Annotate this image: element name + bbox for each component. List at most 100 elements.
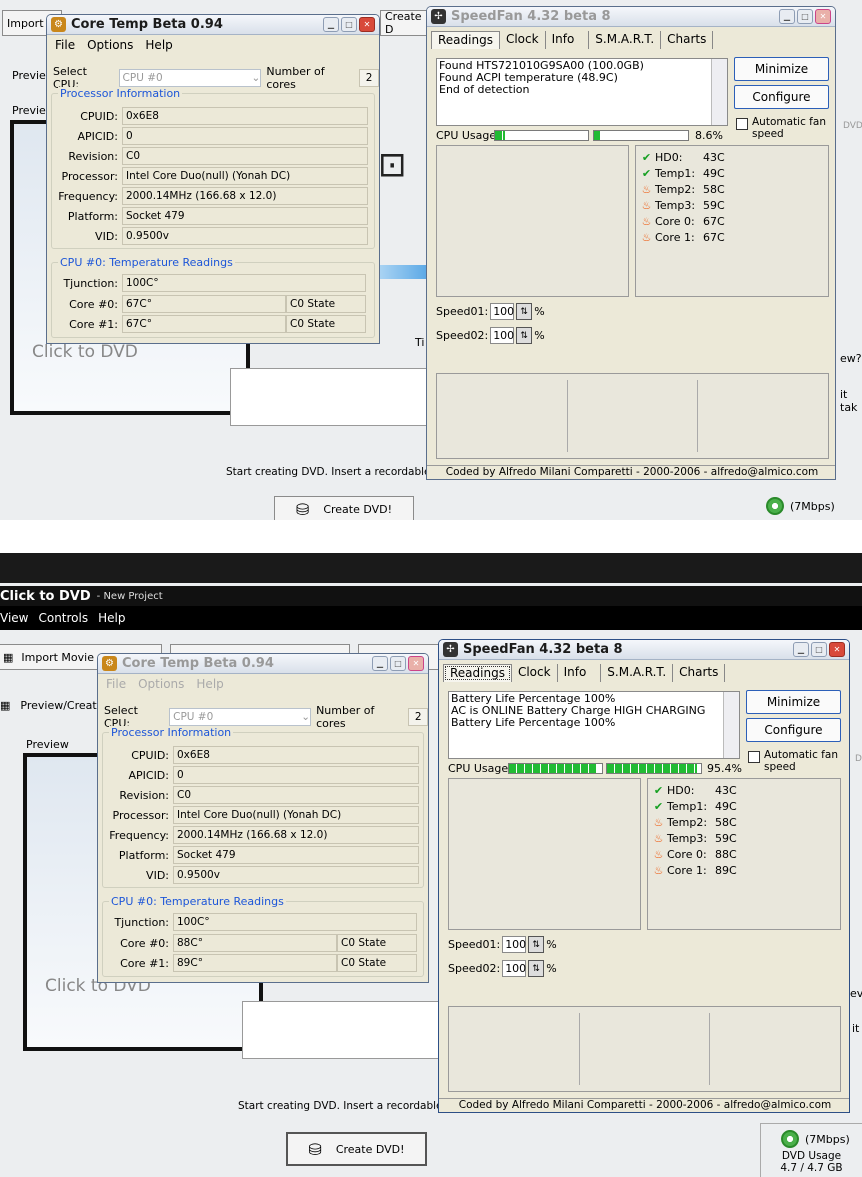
field-value: C0 [173,786,419,804]
menu-help[interactable]: Help [145,38,172,52]
core0-row: Core #0: 88C° C0 State [103,933,417,953]
log-scrollbar[interactable] [723,692,739,758]
tab-charts[interactable]: Charts [673,664,726,682]
spin-arrows-icon[interactable]: ⇅ [528,936,545,953]
tab-readings[interactable]: Readings [443,664,512,682]
minimize-icon[interactable]: ▁ [793,642,809,657]
cpu-usage-value: 95.4% [707,762,742,775]
preview-create-label: Previe [12,69,46,82]
processor-field-row: CPUID: 0x6E8 [103,745,419,765]
top-screenshot: Import M Previe Previe Click to DVD Crea… [0,0,862,520]
disc-icon [781,1130,799,1148]
temp-reading: ✔ HD0: 43C [640,149,824,165]
speed01-input[interactable]: 100 [490,303,515,320]
create-button-partial[interactable]: Create D [380,10,428,36]
minimize-icon[interactable]: ▁ [779,9,795,24]
speed02-input[interactable]: 100 [490,327,515,344]
temp-reading: ♨ Core 0: 67C [640,213,824,229]
temp-label: Core 0: [655,214,695,228]
select-cpu-value: CPU #0 [173,711,214,723]
configure-button[interactable]: Configure [734,85,829,109]
create-dvd-button[interactable]: ⛁ Create DVD! [286,1132,427,1166]
select-cpu-dropdown[interactable]: CPU #0 ⌄ [118,69,262,87]
core1-state: C0 State [337,954,417,972]
camera-graphic: ⊡ [378,145,407,185]
app-titlebar[interactable]: Click to DVD - New Project [0,586,862,606]
field-label: APICID: [77,129,118,143]
close-icon[interactable]: ✕ [815,9,831,24]
temp-value: 58C [703,182,725,196]
field-value: Socket 479 [173,846,419,864]
minimize-button[interactable]: Minimize [746,690,841,714]
configure-button[interactable]: Configure [746,718,841,742]
menu-help[interactable]: Help [98,611,125,625]
maximize-icon[interactable]: □ [811,642,827,657]
speedfan-tabs: Readings Clock Info S.M.A.R.T. Charts [431,31,714,49]
tab-smart[interactable]: S.M.A.R.T. [601,664,674,682]
speed02-control: Speed02: 100 ⇅ % [448,960,557,977]
select-cpu-dropdown[interactable]: CPU #0 ⌄ [169,708,312,726]
percent-label: % [546,938,557,951]
tab-readings[interactable]: Readings [431,31,500,49]
close-icon[interactable]: ✕ [359,17,375,32]
tab-clock[interactable]: Clock [512,664,558,682]
tab-info[interactable]: Info [558,664,602,682]
maximize-icon[interactable]: □ [341,17,357,32]
preview-label: Preview [26,738,69,751]
temp-value: 43C [715,783,737,797]
temp-reading: ✔ HD0: 43C [652,782,836,798]
field-value: 0x6E8 [122,107,368,125]
minimize-icon[interactable]: ▁ [323,17,339,32]
blue-strip [380,265,428,279]
processor-field-row: VID: 0.9500v [103,865,419,885]
cpu-usage-value: 8.6% [695,129,723,142]
menu-help[interactable]: Help [196,677,223,691]
coretemp-titlebar[interactable]: ⚙ Core Temp Beta 0.94 ▁ □ ✕ [47,15,379,35]
temp-label: HD0: [667,783,695,797]
menu-options[interactable]: Options [138,677,184,691]
speedfan-titlebar[interactable]: ✢ SpeedFan 4.32 beta 8 ▁ □ ✕ [427,7,835,27]
field-label: CPUID: [131,748,169,762]
speed01-input[interactable]: 100 [502,936,527,953]
speedfan-titlebar[interactable]: ✢ SpeedFan 4.32 beta 8 ▁ □ ✕ [439,640,849,660]
speed02-label: Speed02: [448,962,501,975]
spin-arrows-icon[interactable]: ⇅ [516,303,533,320]
menu-controls[interactable]: Controls [38,611,88,625]
cpu-usage-bar-1 [508,763,603,774]
maximize-icon[interactable]: □ [797,9,813,24]
speed02-input[interactable]: 100 [502,960,527,977]
create-dvd-button[interactable]: ⛁ Create DVD! [274,496,414,520]
dvd-usage-value: 4.7 / 4.7 GB [780,1162,843,1174]
core0-label: Core #0: [120,936,169,950]
minimize-button[interactable]: Minimize [734,57,829,81]
spin-arrows-icon[interactable]: ⇅ [516,327,533,344]
spin-arrows-icon[interactable]: ⇅ [528,960,545,977]
core1-value: 67C° [122,315,286,333]
log-scrollbar[interactable] [711,59,727,125]
maximize-icon[interactable]: □ [390,656,406,671]
close-icon[interactable]: ✕ [408,656,424,671]
close-icon[interactable]: ✕ [829,642,845,657]
tjunction-label: Tjunction: [114,915,169,929]
temp-value: 89C [715,863,737,877]
menu-view[interactable]: View [0,611,28,625]
minimize-icon[interactable]: ▁ [372,656,388,671]
tab-smart[interactable]: S.M.A.R.T. [589,31,662,49]
tab-clock[interactable]: Clock [500,31,546,49]
temperature-group: CPU #0: Temperature Readings Tjunction: … [102,895,424,977]
core1-label: Core #1: [120,956,169,970]
menu-options[interactable]: Options [87,38,133,52]
coretemp-titlebar[interactable]: ⚙ Core Temp Beta 0.94 ▁ □ ✕ [98,654,428,674]
menu-file[interactable]: File [55,38,75,52]
temperature-list: ✔ HD0: 43C ✔ Temp1: 49C ♨ Temp2: 58C ♨ Temp3: 59C ♨ C… [635,145,829,297]
desktop-strip [0,553,862,583]
speedfan-log: Battery Life Percentage 100% AC is ONLIN… [448,691,740,759]
tab-charts[interactable]: Charts [661,31,714,49]
auto-fan-checkbox[interactable]: Automatic fan speed [748,749,843,773]
menu-file[interactable]: File [106,677,126,691]
auto-fan-checkbox[interactable]: Automatic fan speed [736,116,831,140]
speed-label: (7Mbps) [805,1132,850,1146]
percent-label: % [546,962,557,975]
tab-info[interactable]: Info [546,31,590,49]
preview-create-label: Preview/Create [20,699,104,712]
